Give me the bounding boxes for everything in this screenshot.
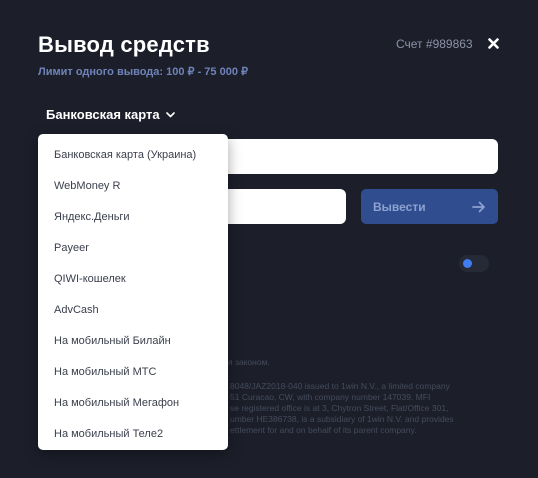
chevron-down-icon bbox=[165, 111, 175, 117]
withdraw-modal: Вывод средств Лимит одного вывода: 100 ₽… bbox=[0, 0, 538, 478]
dropdown-option[interactable]: Яндекс.Деньги bbox=[38, 202, 228, 233]
payment-method-dropdown: Банковская карта (Украина) WebMoney R Ян… bbox=[38, 134, 228, 450]
dropdown-option[interactable]: На мобильный МТС bbox=[38, 357, 228, 388]
dropdown-option[interactable]: AdvCash bbox=[38, 295, 228, 326]
payment-method-label: Банковская карта bbox=[46, 107, 160, 122]
withdraw-button-label: Вывести bbox=[373, 199, 426, 214]
close-button[interactable] bbox=[484, 34, 502, 52]
dropdown-option[interactable]: WebMoney R bbox=[38, 171, 228, 202]
account-number: Счет #989863 bbox=[396, 37, 473, 51]
withdraw-button[interactable]: Вывести bbox=[361, 189, 498, 224]
save-details-toggle[interactable] bbox=[459, 255, 489, 272]
arrow-right-icon bbox=[472, 201, 485, 212]
dropdown-option[interactable]: Payeer bbox=[38, 233, 228, 264]
toggle-knob bbox=[463, 259, 472, 268]
dropdown-option[interactable]: На мобильный Мегафон bbox=[38, 388, 228, 419]
dropdown-option[interactable]: На мобильный Билайн bbox=[38, 326, 228, 357]
page-title: Вывод средств bbox=[38, 32, 210, 57]
payment-method-select[interactable]: Банковская карта bbox=[46, 107, 175, 122]
withdraw-limit: Лимит одного вывода: 100 ₽ - 75 000 ₽ bbox=[38, 66, 249, 78]
dropdown-option[interactable]: Банковская карта (Украина) bbox=[38, 140, 228, 171]
dropdown-option[interactable]: На мобильный Теле2 bbox=[38, 419, 228, 450]
close-icon bbox=[487, 37, 499, 49]
dropdown-option[interactable]: QIWI-кошелек bbox=[38, 264, 228, 295]
